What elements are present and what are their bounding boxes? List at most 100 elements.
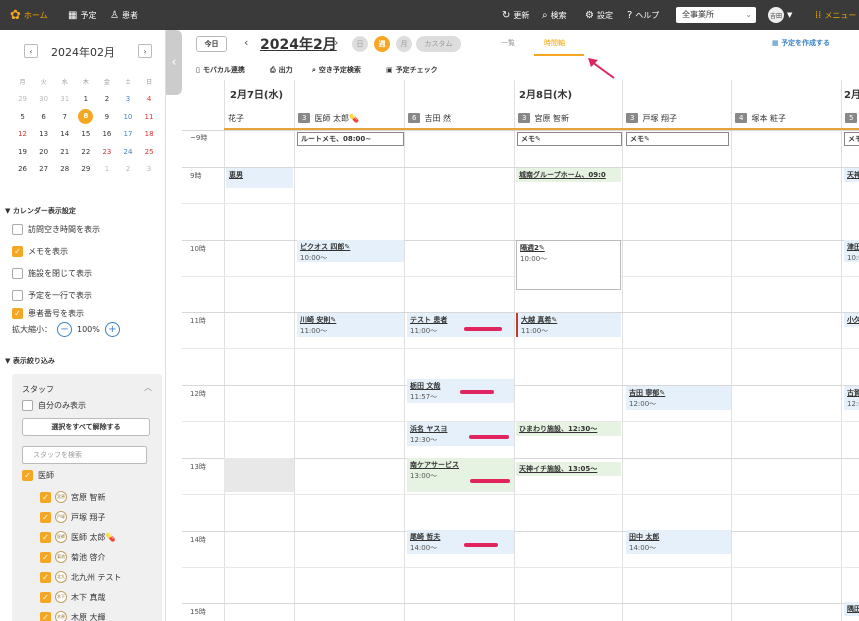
- staff-column-header[interactable]: 4 塚本 粧子: [735, 109, 786, 127]
- event-card[interactable]: 小久: [844, 313, 859, 327]
- mini-day[interactable]: 25: [139, 148, 160, 156]
- event-card[interactable]: 田中 太郎 14:00〜: [626, 530, 731, 554]
- staff-item[interactable]: ✓ 戸塚 戸塚 翔子: [40, 511, 106, 523]
- zoom-out-button[interactable]: −: [57, 322, 72, 337]
- clear-selection-button[interactable]: 選択をすべて解除する: [22, 418, 150, 436]
- mini-day[interactable]: 1: [75, 95, 96, 103]
- prev-button[interactable]: ‹: [244, 36, 248, 49]
- view-week-button[interactable]: 週: [374, 36, 390, 52]
- mini-day[interactable]: 22: [75, 148, 96, 156]
- mini-day[interactable]: 15: [75, 130, 96, 138]
- staff-column-header[interactable]: 3 医師 太郎💊: [298, 109, 359, 127]
- zoom-in-button[interactable]: +: [104, 322, 120, 337]
- event-card[interactable]: 古賀 12:0: [844, 386, 859, 410]
- staff-item[interactable]: ✓ 木下 木下 真哉: [40, 591, 106, 603]
- staff-item[interactable]: ✓ 医師 医師 太郎💊: [40, 531, 116, 543]
- mini-next-month-button[interactable]: ›: [138, 44, 152, 58]
- nav-patients[interactable]: ♙ 患者: [110, 0, 138, 30]
- search-button[interactable]: ⌕ 検索: [542, 0, 567, 30]
- staff-column-header[interactable]: 6 吉田 然: [408, 109, 451, 127]
- mini-day[interactable]: 19: [12, 148, 33, 156]
- memo-cell[interactable]: メモ✎: [626, 132, 729, 146]
- option-checkbox[interactable]: ✓ メモを表示: [12, 246, 68, 257]
- tab-timeline[interactable]: 時間軸: [544, 38, 565, 48]
- staff-item[interactable]: ✓ 宮原 宮原 智新: [40, 491, 106, 503]
- event-card[interactable]: 浜名 ヤスヨ 12:30〜: [407, 422, 514, 446]
- memo-cell[interactable]: メモ✎: [517, 132, 622, 146]
- mini-day[interactable]: 21: [54, 148, 75, 156]
- schedule-check-button[interactable]: ▣ 予定チェック: [386, 65, 438, 75]
- mini-day[interactable]: 13: [33, 130, 54, 138]
- next-button[interactable]: ›: [334, 36, 338, 49]
- event-card[interactable]: 天神イチ施設、13:05〜: [516, 462, 621, 476]
- event-card[interactable]: ひまわり施設、12:30〜: [516, 422, 621, 436]
- mini-day[interactable]: 23: [96, 148, 117, 156]
- settings-button[interactable]: ⚙ 設定: [585, 0, 613, 30]
- view-day-button[interactable]: 日: [352, 36, 368, 52]
- mini-day[interactable]: 30: [33, 95, 54, 103]
- office-select[interactable]: 全事業所 ⌄: [676, 7, 756, 23]
- nav-schedule[interactable]: ▦ 予定: [68, 0, 96, 30]
- self-only-checkbox[interactable]: 自分のみ表示: [22, 400, 86, 411]
- mini-day[interactable]: 20: [33, 148, 54, 156]
- mini-day[interactable]: 11: [138, 113, 159, 121]
- nav-home[interactable]: ✿ ホーム: [10, 0, 48, 30]
- mini-day[interactable]: 28: [54, 165, 75, 173]
- chevron-up-icon[interactable]: ︿: [144, 382, 152, 393]
- mini-day[interactable]: 2: [96, 95, 117, 103]
- mini-day[interactable]: 3: [139, 165, 160, 173]
- mini-day[interactable]: 29: [12, 95, 33, 103]
- mini-day[interactable]: 9: [96, 113, 117, 121]
- staff-search-input[interactable]: スタッフを検索: [22, 446, 147, 464]
- event-card[interactable]: 隔週2✎ 10:00〜: [516, 240, 621, 290]
- help-button[interactable]: ? ヘルプ: [627, 0, 659, 30]
- event-card[interactable]: 尾崎 哲夫 14:00〜: [407, 530, 514, 554]
- staff-column-header[interactable]: 3 宮原 智新: [518, 109, 569, 127]
- event-card[interactable]: 隅田: [844, 602, 859, 616]
- current-range[interactable]: 2024年2月: [260, 34, 337, 54]
- event-card[interactable]: 吉田 寧郁✎ 12:00〜: [626, 386, 731, 410]
- view-custom-button[interactable]: カスタム: [416, 36, 461, 52]
- user-menu[interactable]: 吉田 ▼: [768, 7, 792, 23]
- mini-day[interactable]: 14: [54, 130, 75, 138]
- mini-day[interactable]: 6: [33, 113, 54, 121]
- option-checkbox[interactable]: ✓ 患者番号を表示: [12, 308, 84, 319]
- day-header[interactable]: 2月7日(水): [230, 86, 283, 101]
- staff-item[interactable]: ✓ 菊池 菊池 啓介: [40, 551, 106, 563]
- mini-day[interactable]: 5: [12, 113, 33, 121]
- staff-item[interactable]: ✓ 北九 北九州 テスト: [40, 571, 122, 583]
- mini-day[interactable]: 31: [54, 95, 75, 103]
- mini-day[interactable]: 1: [96, 165, 117, 173]
- option-checkbox[interactable]: 予定を一行で表示: [12, 290, 92, 301]
- option-checkbox[interactable]: 訪問空き時間を表示: [12, 224, 100, 235]
- print-button[interactable]: ⎙ 出力: [270, 65, 293, 75]
- event-card[interactable]: 津田 10:0: [844, 240, 859, 262]
- event-card[interactable]: 恵男: [226, 168, 293, 188]
- group-doctor-checkbox[interactable]: ✓ 医師: [22, 470, 54, 481]
- event-card[interactable]: 城南グループホーム、09:0: [516, 168, 621, 182]
- memo-cell[interactable]: ルートメモ、08:00~: [297, 132, 404, 146]
- mini-day[interactable]: 4: [139, 95, 160, 103]
- today-button[interactable]: 今日: [196, 36, 227, 52]
- mini-day[interactable]: 16: [96, 130, 117, 138]
- event-card[interactable]: 大越 真希✎ 11:00〜: [516, 313, 621, 337]
- collapse-sidebar-button[interactable]: ‹: [166, 30, 182, 95]
- create-schedule-button[interactable]: ▦ 予定を作成する: [772, 38, 830, 48]
- event-card[interactable]: ピクオス 四郎✎ 10:00〜: [297, 240, 404, 262]
- day-header[interactable]: 2月: [844, 86, 859, 101]
- mini-day[interactable]: 8: [78, 109, 94, 125]
- free-slot-search-button[interactable]: ⌕ 空き予定検索: [312, 65, 361, 75]
- mini-day[interactable]: 24: [117, 148, 138, 156]
- mini-day[interactable]: 2: [117, 165, 138, 173]
- staff-column-header[interactable]: 5: [845, 109, 859, 127]
- mini-day[interactable]: 7: [54, 113, 75, 121]
- menu-button[interactable]: ⁞⁞ メニュー: [815, 0, 856, 30]
- event-card[interactable]: 南ケアサービス 13:00〜: [407, 458, 514, 492]
- event-card[interactable]: テスト 患者 11:00〜: [407, 313, 514, 337]
- tab-list[interactable]: 一覧: [501, 38, 515, 48]
- mini-day[interactable]: 29: [75, 165, 96, 173]
- mobacal-link-button[interactable]: ▯ モバカル連携: [196, 65, 245, 75]
- mini-day[interactable]: 12: [12, 130, 33, 138]
- mini-day[interactable]: 18: [139, 130, 160, 138]
- view-month-button[interactable]: 月: [396, 36, 412, 52]
